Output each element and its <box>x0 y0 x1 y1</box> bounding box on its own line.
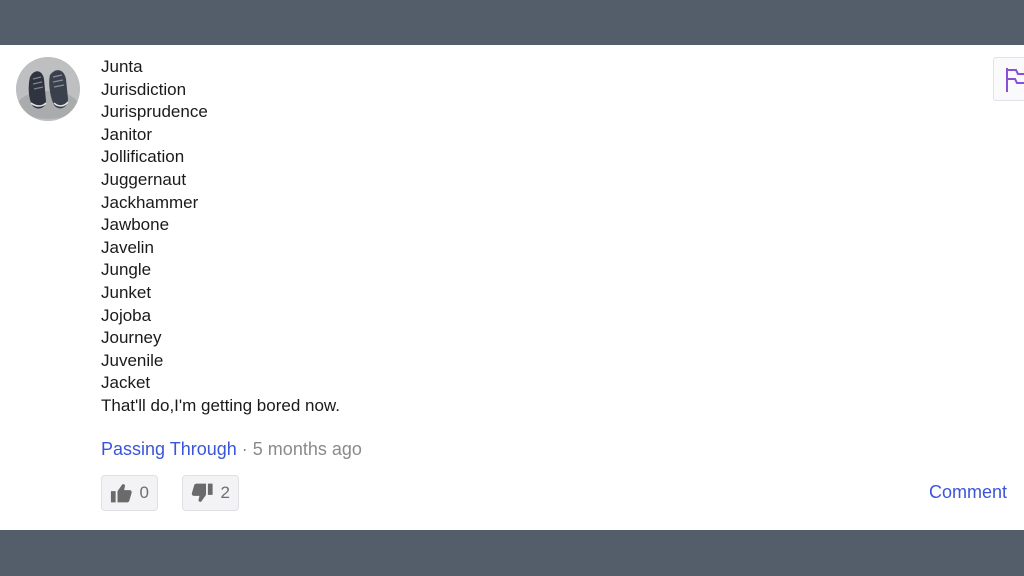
downvote-count: 2 <box>220 483 230 502</box>
comment-meta: Passing Through · 5 months ago <box>101 438 362 460</box>
flag-icon <box>1006 68 1024 92</box>
bottom-frame-bar <box>0 530 1024 576</box>
comment-line: Junket <box>101 282 152 302</box>
avatar[interactable] <box>16 57 80 121</box>
comment-line: Juvenile <box>101 350 164 370</box>
downvote-button[interactable]: 2 <box>182 475 239 511</box>
comment-line: Jollification <box>101 147 185 167</box>
comment-line: Jungle <box>101 260 152 280</box>
comment-line: Jacket <box>101 373 151 393</box>
flag-button[interactable] <box>993 57 1024 101</box>
upvote-button[interactable]: 0 <box>101 475 158 511</box>
comment-line: Janitor <box>101 124 153 144</box>
comment-line: Junta <box>101 57 143 76</box>
comment-line: Jurisdiction <box>101 79 187 99</box>
comment-line: That'll do,I'm getting bored now. <box>101 395 340 415</box>
comment-line: Jojoba <box>101 305 152 325</box>
thumbs-down-icon <box>191 483 213 502</box>
author-link[interactable]: Passing Through <box>101 439 237 459</box>
meta-separator: · <box>241 439 248 459</box>
upvote-count: 0 <box>139 483 149 502</box>
comment-line: Juggernaut <box>101 169 187 189</box>
shoes-avatar-image <box>16 57 80 121</box>
comment-age: 5 months ago <box>252 439 362 459</box>
comment-line: Jawbone <box>101 215 170 235</box>
comment-text: Junta Jurisdiction Jurisprudence Janitor… <box>101 56 340 418</box>
comment-line: Jackhammer <box>101 192 199 212</box>
comment-line: Journey <box>101 328 162 348</box>
comment-line: Javelin <box>101 237 154 257</box>
thumbs-up-icon <box>110 484 132 503</box>
top-frame-bar <box>0 0 1024 45</box>
comment-card: Junta Jurisdiction Jurisprudence Janitor… <box>0 45 1024 530</box>
comment-line: Jurisprudence <box>101 102 208 122</box>
comment-button[interactable]: Comment <box>929 482 1007 503</box>
